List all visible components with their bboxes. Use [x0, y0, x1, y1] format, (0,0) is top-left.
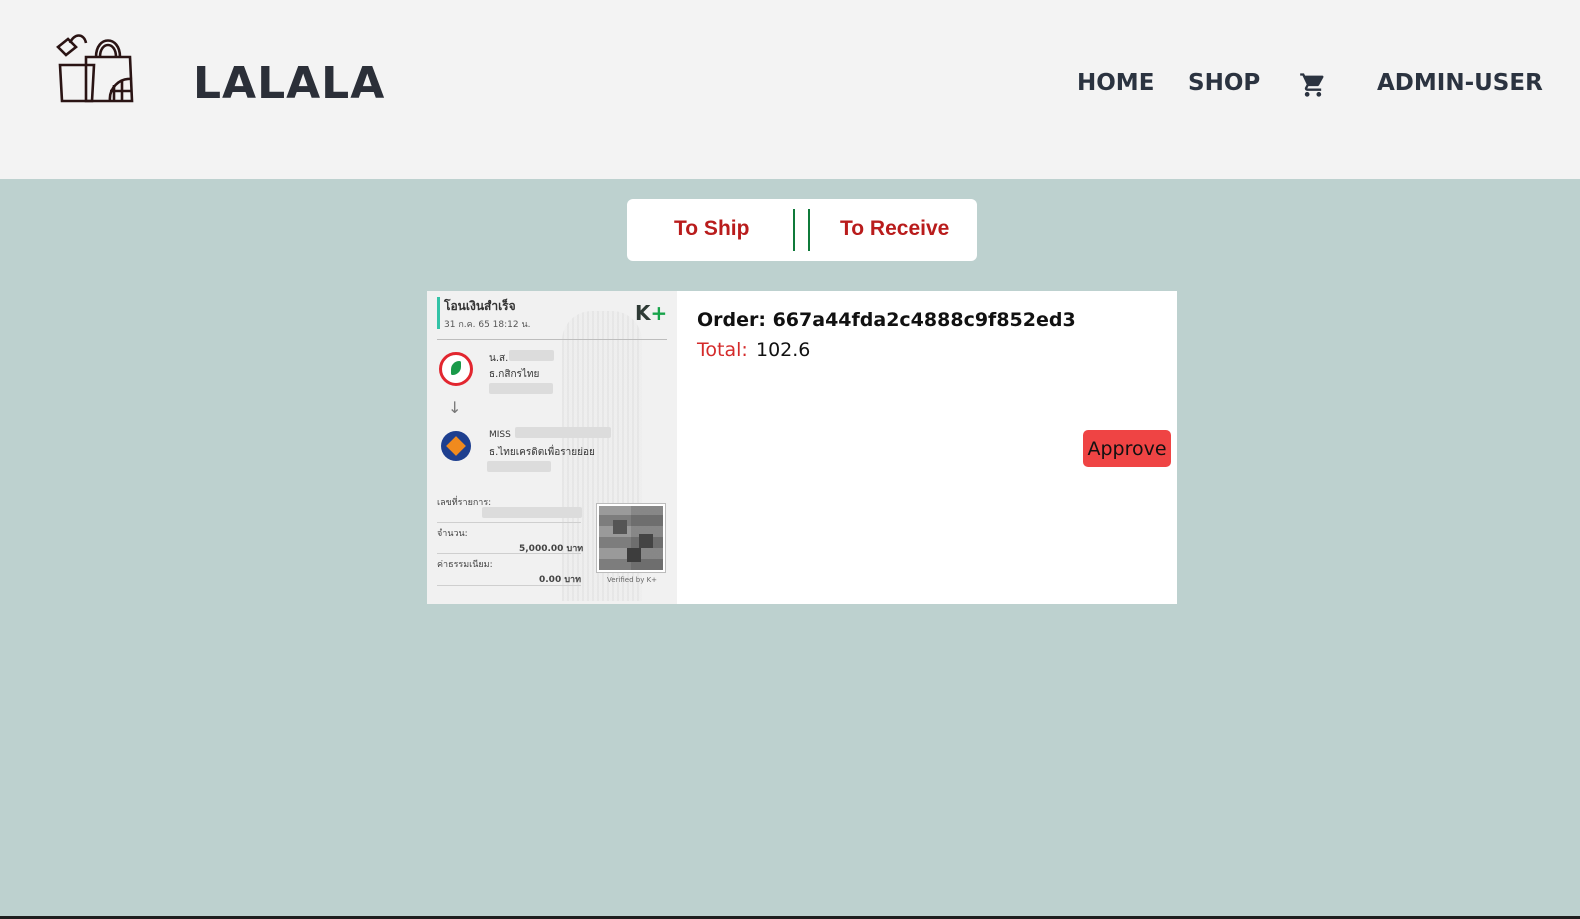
order-total-label: Total:	[697, 339, 748, 361]
redacted-receiver-account	[487, 461, 551, 472]
order-id: Order: 667a44fda2c4888c9f852ed3	[697, 309, 1076, 331]
nav-home-link[interactable]: HOME	[1077, 70, 1154, 96]
receiver-bank: ธ.ไทยเครดิตเพื่อรายย่อย	[489, 447, 595, 458]
fee-label: ค่าธรรมเนียม:	[437, 560, 493, 570]
redacted-sender-name	[509, 350, 554, 361]
tab-divider	[793, 209, 795, 251]
nav-admin-user-link[interactable]: ADMIN-USER	[1377, 70, 1543, 96]
tab-to-receive[interactable]: To Receive	[840, 217, 949, 241]
order-card: โอนเงินสำเร็จ 31 ก.ค. 65 18:12 น. K+ น.ส…	[427, 291, 1177, 604]
slip-date: 31 ก.ค. 65 18:12 น.	[444, 320, 531, 330]
sender-bank: ธ.กสิกรไทย	[489, 369, 540, 380]
redacted-receiver-name	[515, 427, 611, 438]
top-navbar: LALALA HOME SHOP ADMIN-USER	[0, 0, 1580, 179]
cart-icon[interactable]	[1299, 71, 1327, 99]
amount-label: จำนวน:	[437, 529, 468, 539]
kplus-plus: +	[650, 301, 668, 325]
lh-bank-icon	[441, 431, 471, 461]
nav-shop-link[interactable]: SHOP	[1188, 70, 1260, 96]
kasikorn-bank-icon	[439, 352, 473, 386]
sender-prefix: น.ส.	[489, 353, 509, 364]
arrow-down-icon: ↓	[448, 398, 462, 417]
kplus-logo: K+	[635, 301, 667, 325]
tab-divider	[808, 209, 810, 251]
slip-divider	[437, 339, 667, 340]
redacted-sender-account	[489, 383, 553, 394]
brand-name: LALALA	[193, 58, 386, 109]
slip-accent-bar	[437, 297, 440, 329]
slip-line	[437, 522, 581, 523]
order-total-value: 102.6	[756, 339, 811, 361]
receiver-prefix: MISS	[489, 430, 511, 440]
slip-line	[437, 553, 581, 554]
approve-button[interactable]: Approve	[1083, 430, 1171, 467]
payment-slip-image[interactable]: โอนเงินสำเร็จ 31 ก.ค. 65 18:12 น. K+ น.ส…	[427, 291, 677, 604]
redacted-ref-number	[482, 507, 582, 518]
verified-by-label: Verified by K+	[607, 576, 658, 584]
fee-value: 0.00 บาท	[539, 575, 582, 585]
slip-title: โอนเงินสำเร็จ	[444, 299, 516, 313]
order-status-tabs: To Ship To Receive	[627, 199, 977, 261]
kplus-letter: K	[635, 301, 651, 325]
slip-line	[437, 585, 581, 586]
tab-to-ship[interactable]: To Ship	[674, 217, 749, 241]
qr-code-image	[596, 503, 666, 573]
shopping-bags-icon[interactable]	[56, 27, 136, 103]
